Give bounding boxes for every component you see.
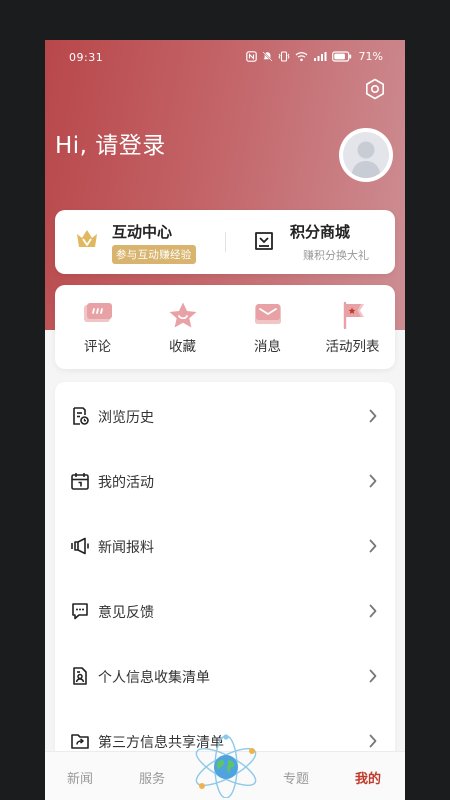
settings-button[interactable] — [363, 77, 387, 101]
menu-item-label: 我的活动 — [98, 475, 154, 491]
signal-icon — [313, 52, 327, 61]
default-avatar-icon — [343, 132, 389, 178]
flag-icon — [336, 301, 370, 329]
quick-action-label: 活动列表 — [325, 339, 380, 355]
menu-item-feedback[interactable]: 意见反馈 — [55, 591, 395, 631]
broadcast-icon — [71, 537, 89, 555]
interaction-center-entry[interactable]: 互动中心 参与互动赚经验 — [55, 210, 225, 274]
nfc-icon — [245, 51, 257, 62]
tab-services[interactable]: 服务 — [139, 768, 165, 787]
interaction-center-badge: 参与互动赚经验 — [112, 245, 196, 264]
mute-icon — [261, 51, 273, 62]
crown-icon — [77, 230, 97, 247]
history-icon — [73, 407, 89, 425]
quick-action-label: 消息 — [254, 339, 281, 355]
menu-item-label: 个人信息收集清单 — [98, 670, 210, 686]
chevron-right-icon — [369, 604, 377, 618]
feedback-icon — [72, 603, 88, 620]
quick-action-favorites[interactable]: 收藏 — [140, 285, 225, 369]
menu-item-label: 意见反馈 — [98, 605, 154, 621]
menu-item-my-activities[interactable]: 我的活动 — [55, 461, 395, 501]
star-icon — [166, 301, 200, 329]
status-icons: 71% — [245, 50, 383, 63]
points-mall-entry[interactable]: 积分商城 赚积分换大礼 — [225, 210, 395, 274]
chevron-right-icon — [369, 409, 377, 423]
chevron-right-icon — [369, 734, 377, 748]
menu-item-history[interactable]: 浏览历史 — [55, 396, 395, 436]
chevron-right-icon — [369, 539, 377, 553]
quick-action-activity-list[interactable]: 活动列表 — [310, 285, 395, 369]
shop-icon — [255, 232, 273, 250]
avatar[interactable] — [339, 128, 393, 182]
tab-mine[interactable]: 我的 — [355, 768, 381, 787]
menu-item-label: 浏览历史 — [98, 410, 154, 426]
gear-icon — [366, 78, 384, 100]
chevron-right-icon — [369, 474, 377, 488]
calendar-icon — [71, 473, 89, 490]
status-bar: 09:31 71% — [45, 40, 405, 74]
center-home-button[interactable] — [188, 730, 264, 799]
battery-percentage: 71% — [358, 50, 383, 63]
tab-news[interactable]: 新闻 — [67, 768, 93, 787]
battery-icon — [331, 51, 351, 62]
vibrate-icon — [278, 51, 290, 62]
comment-icon — [81, 301, 115, 329]
personal-info-icon — [73, 667, 87, 685]
quick-action-messages[interactable]: 消息 — [225, 285, 310, 369]
quick-action-label: 评论 — [84, 339, 111, 355]
envelope-icon — [251, 301, 285, 329]
share-folder-icon — [71, 734, 89, 749]
quick-actions: 评论 收藏 消息 活动列表 — [55, 285, 395, 369]
quick-action-comment[interactable]: 评论 — [55, 285, 140, 369]
feature-card: 互动中心 参与互动赚经验 积分商城 赚积分换大礼 — [55, 210, 395, 274]
menu-item-label: 新闻报料 — [98, 540, 154, 556]
atom-globe-icon — [195, 734, 257, 799]
quick-action-label: 收藏 — [169, 339, 196, 355]
status-time: 09:31 — [69, 51, 104, 64]
points-mall-subtitle: 赚积分换大礼 — [303, 249, 369, 262]
tab-topics[interactable]: 专题 — [283, 768, 309, 787]
interaction-center-title: 互动中心 — [112, 223, 173, 241]
wifi-icon — [295, 52, 308, 62]
chevron-right-icon — [369, 669, 377, 683]
phone-screen: 09:31 71% Hi, 请登录 互动中心 参与互动赚经验 积分商城 赚积分换… — [45, 40, 405, 800]
login-prompt[interactable]: Hi, 请登录 — [55, 126, 166, 160]
menu-item-personal-info-list[interactable]: 个人信息收集清单 — [55, 656, 395, 696]
menu-item-news-tips[interactable]: 新闻报料 — [55, 526, 395, 566]
points-mall-title: 积分商城 — [290, 223, 351, 241]
